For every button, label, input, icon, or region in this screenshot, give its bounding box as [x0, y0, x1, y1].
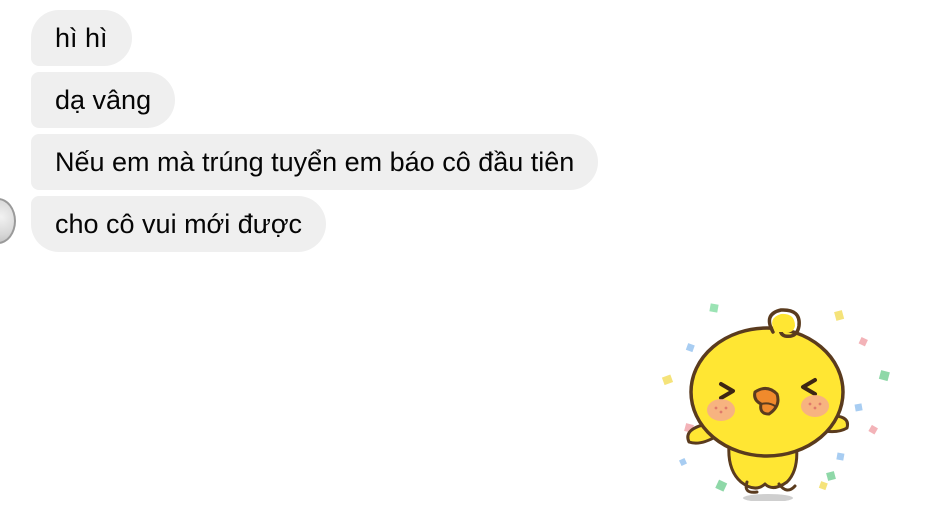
yellow-chick-sticker-icon [661, 303, 890, 502]
sender-avatar[interactable] [0, 198, 16, 244]
message-bubble[interactable]: hì hì [31, 10, 132, 66]
sticker-message[interactable] [655, 296, 895, 502]
message-bubble[interactable]: Nếu em mà trúng tuyển em báo cô đầu tiên [31, 134, 599, 190]
message-text: cho cô vui mới được [55, 208, 303, 239]
chat-thread: hì hì dạ vâng Nếu em mà trúng tuyển em b… [0, 0, 949, 505]
message-bubble[interactable]: cho cô vui mới được [31, 196, 327, 252]
message-text: hì hì [55, 22, 108, 53]
message-bubble[interactable]: dạ vâng [31, 72, 176, 128]
message-text: dạ vâng [55, 84, 152, 115]
message-text: Nếu em mà trúng tuyển em báo cô đầu tiên [55, 146, 575, 177]
